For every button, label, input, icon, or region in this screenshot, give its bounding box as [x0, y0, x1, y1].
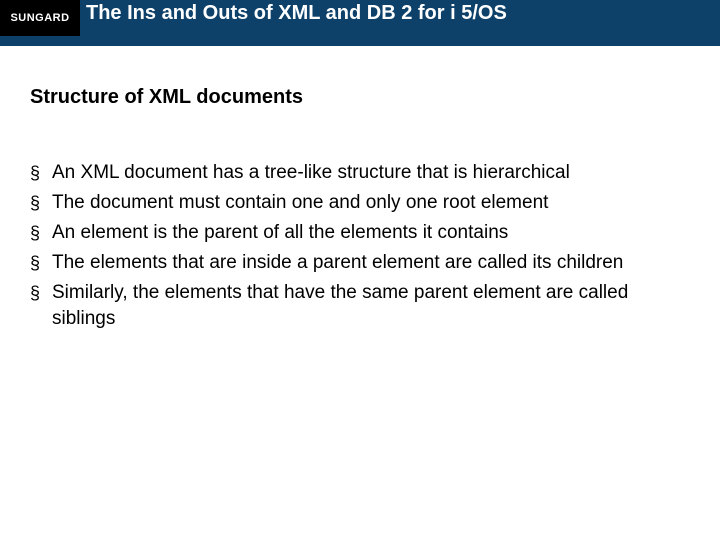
slide-subtitle: Structure of XML documents: [30, 86, 303, 109]
bullet-text: Similarly, the elements that have the sa…: [52, 280, 680, 332]
list-item: § The elements that are inside a parent …: [30, 250, 680, 276]
bullet-icon: §: [30, 220, 52, 246]
list-item: § An XML document has a tree-like struct…: [30, 160, 680, 186]
list-item: § Similarly, the elements that have the …: [30, 280, 680, 332]
slide: SUNGARD The Ins and Outs of XML and DB 2…: [0, 0, 720, 540]
list-item: § The document must contain one and only…: [30, 190, 680, 216]
bullet-text: The elements that are inside a parent el…: [52, 250, 680, 276]
bullet-text: An XML document has a tree-like structur…: [52, 160, 680, 186]
bullet-icon: §: [30, 280, 52, 306]
list-item: § An element is the parent of all the el…: [30, 220, 680, 246]
bullet-icon: §: [30, 250, 52, 276]
bullet-icon: §: [30, 160, 52, 186]
bullet-text: The document must contain one and only o…: [52, 190, 680, 216]
logo-text: SUNGARD: [10, 12, 69, 24]
header-bar: SUNGARD The Ins and Outs of XML and DB 2…: [0, 0, 720, 46]
slide-title: The Ins and Outs of XML and DB 2 for i 5…: [86, 2, 507, 25]
bullet-icon: §: [30, 190, 52, 216]
logo-box: SUNGARD: [0, 0, 80, 36]
content-area: § An XML document has a tree-like struct…: [30, 160, 680, 336]
bullet-text: An element is the parent of all the elem…: [52, 220, 680, 246]
